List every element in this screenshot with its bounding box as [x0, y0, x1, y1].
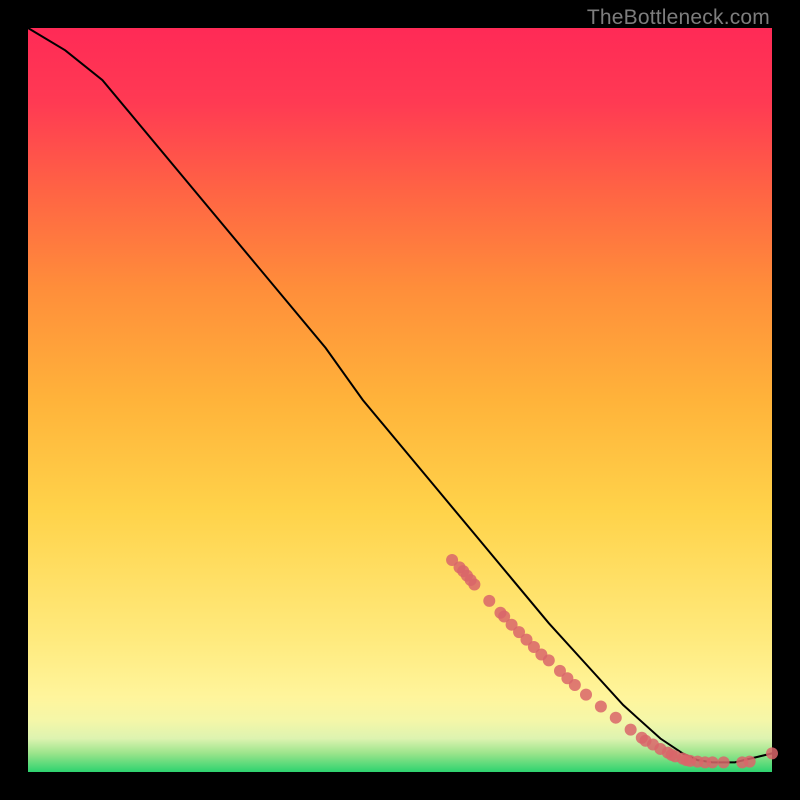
watermark-label: TheBottleneck.com: [587, 6, 770, 30]
data-point: [766, 747, 778, 759]
chart-frame: TheBottleneck.com: [0, 0, 800, 800]
curve-line: [28, 28, 772, 762]
data-point: [569, 679, 581, 691]
data-point: [580, 689, 592, 701]
chart-overlay: [28, 28, 772, 772]
curve-markers: [446, 554, 778, 768]
data-point: [595, 701, 607, 713]
data-point: [625, 724, 637, 736]
data-point: [706, 756, 718, 768]
data-point: [718, 756, 730, 768]
data-point: [744, 756, 756, 768]
curve-path: [28, 28, 772, 762]
data-point: [483, 595, 495, 607]
data-point: [610, 712, 622, 724]
data-point: [468, 579, 480, 591]
data-point: [543, 654, 555, 666]
